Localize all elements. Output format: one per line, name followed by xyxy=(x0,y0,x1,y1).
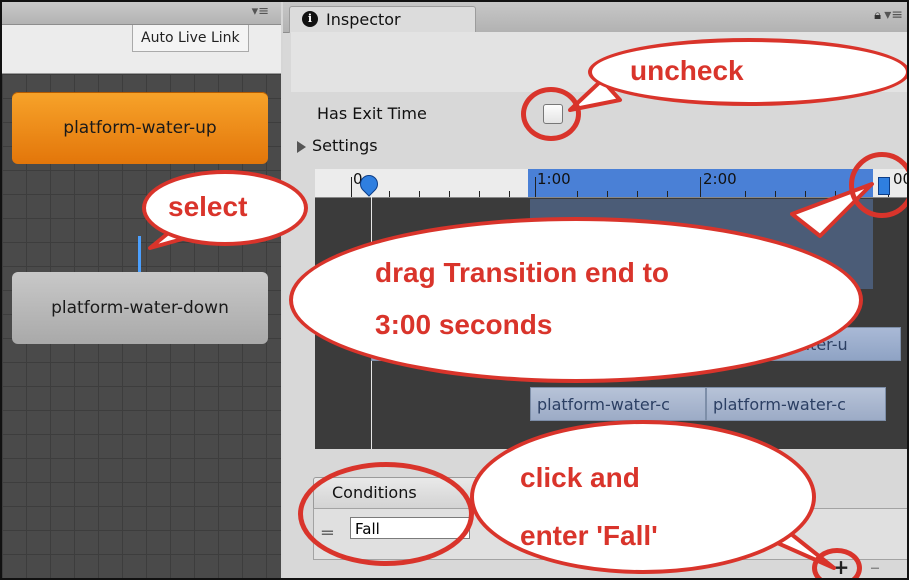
annotation-drag-line2: 3:00 seconds xyxy=(375,309,553,340)
highlight-ring-checkbox xyxy=(521,87,581,141)
highlight-ring-add xyxy=(812,548,862,578)
annotation-uncheck: uncheck xyxy=(630,55,744,86)
screenshot-frame: ▾≡ Auto Live Link platform-water-up plat… xyxy=(0,0,909,580)
highlight-ring-end-marker xyxy=(849,152,907,218)
annotation-bubble-drag xyxy=(289,217,863,383)
annotation-drag-line1: drag Transition end to xyxy=(375,257,670,288)
annotation-click-line2: enter 'Fall' xyxy=(520,520,658,551)
highlight-ring-conditions xyxy=(298,462,474,566)
annotation-select: select xyxy=(168,191,248,222)
annotation-click-line1: click and xyxy=(520,462,640,493)
